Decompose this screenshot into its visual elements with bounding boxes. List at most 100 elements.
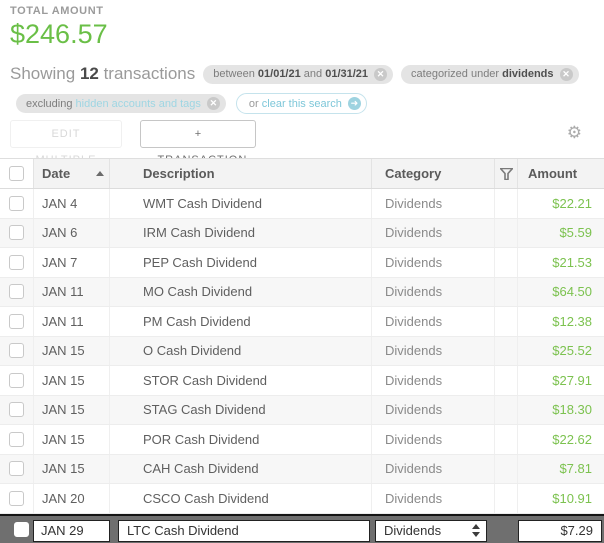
row-amount: $22.62 xyxy=(552,431,592,447)
row-category: Dividends xyxy=(385,490,443,506)
row-category: Dividends xyxy=(385,372,443,388)
row-date: JAN 11 xyxy=(42,284,84,300)
edit-multiple-button[interactable]: EDIT MULTIPLE xyxy=(10,120,122,166)
row-checkbox[interactable] xyxy=(9,343,24,359)
row-date: JAN 15 xyxy=(42,343,85,359)
row-category: Dividends xyxy=(385,254,443,270)
row-description: WMT Cash Dividend xyxy=(143,195,262,211)
row-checkbox[interactable] xyxy=(9,402,24,418)
gear-icon[interactable]: ⚙ xyxy=(567,123,582,143)
row-amount: $21.53 xyxy=(552,254,592,270)
add-transaction-button[interactable]: + TRANSACTION xyxy=(140,120,257,166)
row-description: CSCO Cash Dividend xyxy=(143,490,269,506)
table-header: Date Description Category Amount xyxy=(0,159,604,189)
column-header-category[interactable]: Category xyxy=(372,159,495,188)
row-description: CAH Cash Dividend xyxy=(143,461,259,477)
row-description: O Cash Dividend xyxy=(143,343,242,359)
table-row[interactable]: JAN 15 STAG Cash Dividend Dividends $18.… xyxy=(0,395,604,425)
row-amount: $25.52 xyxy=(552,343,592,359)
row-checkbox[interactable] xyxy=(9,461,24,477)
edit-transaction-row: JAN 29 LTC Cash Dividend Dividends $7.29 xyxy=(0,513,604,543)
transactions-table: Date Description Category Amount JAN 4 W… xyxy=(0,158,604,543)
table-row[interactable]: JAN 11 MO Cash Dividend Dividends $64.50 xyxy=(0,277,604,307)
select-all-checkbox[interactable] xyxy=(9,166,24,181)
total-amount-label: TOTAL AMOUNT xyxy=(10,5,104,17)
column-header-description[interactable]: Description xyxy=(110,159,372,188)
table-row[interactable]: JAN 4 WMT Cash Dividend Dividends $22.21 xyxy=(0,189,604,219)
row-date: JAN 7 xyxy=(42,254,78,270)
edit-description-field[interactable]: LTC Cash Dividend xyxy=(118,519,370,542)
row-amount: $12.38 xyxy=(552,313,592,329)
table-row[interactable]: JAN 15 STOR Cash Dividend Dividends $27.… xyxy=(0,366,604,396)
row-description: IRM Cash Dividend xyxy=(143,225,255,241)
select-stepper-icon xyxy=(472,524,480,537)
row-category: Dividends xyxy=(385,313,443,329)
row-date: JAN 6 xyxy=(42,225,78,241)
filter-bar-row2: excluding hidden accounts and tags ✕ or … xyxy=(8,93,367,114)
edit-amount-field[interactable]: $7.29 xyxy=(518,519,602,542)
row-date: JAN 11 xyxy=(42,313,84,329)
row-amount: $7.81 xyxy=(559,461,592,477)
filter-chip-date-range: between 01/01/21 and 01/31/21 ✕ xyxy=(203,64,394,84)
showing-count-text: Showing 12 transactions xyxy=(10,64,196,83)
table-row[interactable]: JAN 15 CAH Cash Dividend Dividends $7.81 xyxy=(0,454,604,484)
row-checkbox[interactable] xyxy=(9,431,24,447)
row-date: JAN 15 xyxy=(42,402,85,418)
clear-search-link[interactable]: clear this search xyxy=(262,98,342,110)
row-date: JAN 20 xyxy=(42,490,85,506)
row-checkbox[interactable] xyxy=(9,225,24,241)
row-description: STOR Cash Dividend xyxy=(143,372,268,388)
row-date: JAN 15 xyxy=(42,461,85,477)
hidden-accounts-link[interactable]: hidden accounts and tags xyxy=(76,98,201,110)
filter-chip-category: categorized under dividends ✕ xyxy=(401,64,579,84)
total-amount-summary: TOTAL AMOUNT $246.57 xyxy=(10,5,108,50)
row-category: Dividends xyxy=(385,195,443,211)
filter-funnel-icon[interactable] xyxy=(495,159,518,188)
row-checkbox[interactable] xyxy=(9,254,24,270)
row-category: Dividends xyxy=(385,431,443,447)
clear-search-arrow-icon[interactable]: ➜ xyxy=(347,97,361,110)
row-checkbox[interactable] xyxy=(9,490,24,506)
filter-bar: Showing 12 transactions between 01/01/21… xyxy=(10,64,600,84)
row-description: PM Cash Dividend xyxy=(143,313,251,329)
row-checkbox[interactable] xyxy=(9,313,24,329)
clear-search-chip[interactable]: or clear this search ➜ xyxy=(235,93,367,114)
toolbar: EDIT MULTIPLE + TRANSACTION ⚙ xyxy=(10,120,594,166)
close-icon[interactable]: ✕ xyxy=(559,67,573,81)
row-category: Dividends xyxy=(385,402,443,418)
row-amount: $5.59 xyxy=(559,225,592,241)
table-row[interactable]: JAN 7 PEP Cash Dividend Dividends $21.53 xyxy=(0,248,604,278)
row-checkbox[interactable] xyxy=(14,521,29,537)
row-date: JAN 15 xyxy=(42,372,85,388)
row-checkbox[interactable] xyxy=(9,372,24,388)
row-description: POR Cash Dividend xyxy=(143,431,260,447)
transaction-count: 12 xyxy=(79,64,99,83)
row-category: Dividends xyxy=(385,225,443,241)
total-amount-value: $246.57 xyxy=(10,19,108,49)
table-row[interactable]: JAN 15 O Cash Dividend Dividends $25.52 xyxy=(0,336,604,366)
row-amount: $64.50 xyxy=(552,284,592,300)
column-header-amount[interactable]: Amount xyxy=(518,159,604,188)
row-checkbox[interactable] xyxy=(9,284,24,300)
close-icon[interactable]: ✕ xyxy=(206,97,220,110)
close-icon[interactable]: ✕ xyxy=(374,67,388,81)
edit-date-field[interactable]: JAN 29 xyxy=(33,519,110,542)
table-row[interactable]: JAN 6 IRM Cash Dividend Dividends $5.59 xyxy=(0,218,604,248)
edit-category-select[interactable]: Dividends xyxy=(375,519,487,542)
row-amount: $18.30 xyxy=(552,402,592,418)
table-row[interactable]: JAN 20 CSCO Cash Dividend Dividends $10.… xyxy=(0,484,604,514)
row-category: Dividends xyxy=(385,461,443,477)
table-body: JAN 4 WMT Cash Dividend Dividends $22.21… xyxy=(0,189,604,514)
table-row[interactable]: JAN 15 POR Cash Dividend Dividends $22.6… xyxy=(0,425,604,455)
sort-ascending-icon xyxy=(96,171,105,176)
row-amount: $22.21 xyxy=(552,195,592,211)
row-description: MO Cash Dividend xyxy=(143,284,253,300)
row-amount: $10.91 xyxy=(552,490,592,506)
row-amount: $27.91 xyxy=(552,372,592,388)
row-category: Dividends xyxy=(385,343,443,359)
row-date: JAN 4 xyxy=(42,195,78,211)
row-date: JAN 15 xyxy=(42,431,85,447)
row-checkbox[interactable] xyxy=(9,195,24,211)
column-header-date[interactable]: Date xyxy=(34,159,110,188)
table-row[interactable]: JAN 11 PM Cash Dividend Dividends $12.38 xyxy=(0,307,604,337)
